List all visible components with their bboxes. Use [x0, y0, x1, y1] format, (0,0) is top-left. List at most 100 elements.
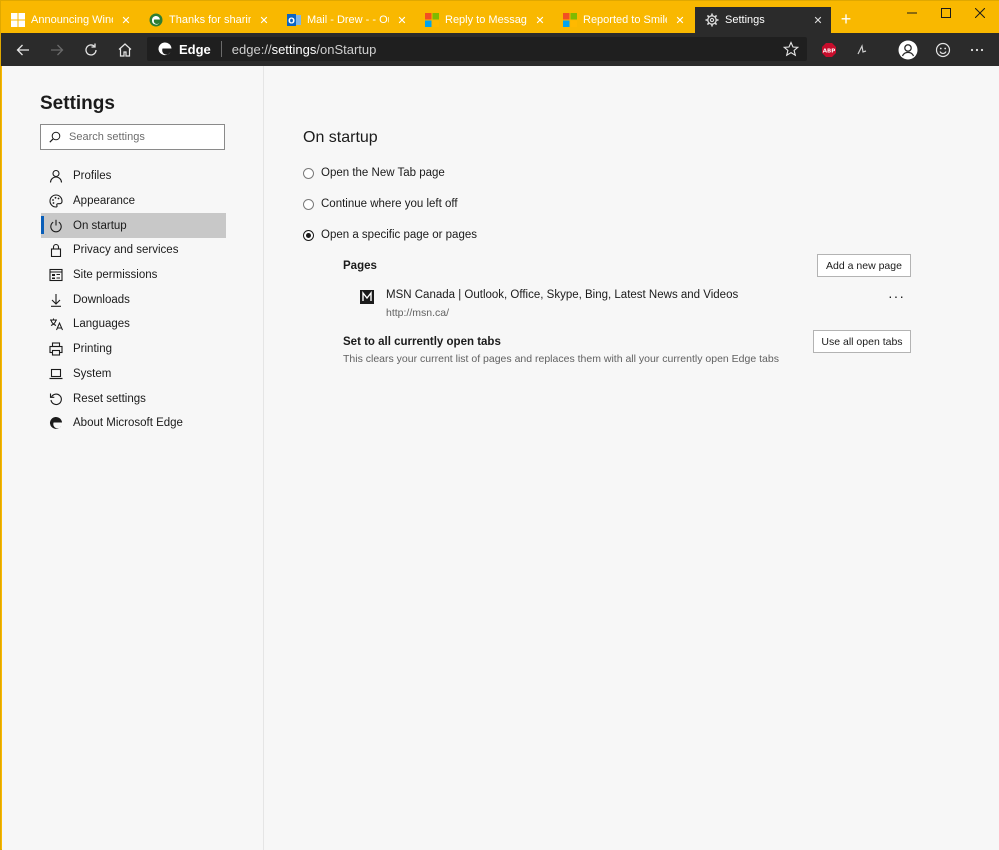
extension-button[interactable] — [850, 38, 874, 62]
gear-icon — [705, 13, 719, 27]
tab-strip: Announcing Window ✕ Thanks for sharing! … — [1, 1, 999, 33]
sidebar-item-reset-settings[interactable]: Reset settings — [41, 386, 226, 411]
sidebar-item-appearance[interactable]: Appearance — [41, 189, 226, 214]
url-text[interactable]: edge://settings/onStartup — [232, 42, 377, 57]
forward-button[interactable] — [45, 38, 69, 62]
search-input[interactable] — [67, 130, 221, 144]
refresh-button[interactable] — [79, 38, 103, 62]
palette-icon — [49, 194, 63, 208]
tab-title: Announcing Window — [31, 14, 113, 26]
sidebar-item-label: Privacy and services — [73, 244, 179, 257]
sidebar-item-system[interactable]: System — [41, 362, 226, 387]
more-horizontal-icon — [970, 48, 984, 52]
pages-label: Pages — [343, 260, 377, 272]
cursor-extension-icon — [857, 44, 867, 55]
close-tab-icon[interactable]: ✕ — [257, 14, 271, 27]
add-new-page-button[interactable]: Add a new page — [817, 254, 911, 277]
tab-announcing-windows[interactable]: Announcing Window ✕ — [1, 7, 139, 33]
page-content: Settings Profiles Appearance On startup — [2, 66, 999, 850]
option-continue-where-left-off[interactable]: Continue where you left off — [303, 198, 458, 210]
settings-nav: Profiles Appearance On startup Privacy a… — [41, 164, 226, 436]
adblock-extension-button[interactable]: ABP — [817, 38, 841, 62]
close-tab-icon[interactable]: ✕ — [395, 14, 409, 27]
tab-reply-to-message[interactable]: Reply to Message - ✕ — [415, 7, 553, 33]
maximize-button[interactable] — [928, 1, 964, 25]
language-icon — [50, 318, 63, 331]
tab-thanks-for-sharing[interactable]: Thanks for sharing! ✕ — [139, 7, 277, 33]
tab-settings[interactable]: Settings ✕ — [695, 7, 831, 33]
option-new-tab-page[interactable]: Open the New Tab page — [303, 167, 445, 179]
microsoft-logo-icon — [563, 13, 577, 27]
printer-icon — [49, 342, 63, 356]
sidebar-item-label: On startup — [73, 219, 127, 232]
more-actions-button[interactable]: ··· — [888, 288, 905, 304]
sidebar-item-profiles[interactable]: Profiles — [41, 164, 226, 189]
tab-title: Mail - Drew - - Outlo — [307, 14, 389, 26]
sidebar-item-downloads[interactable]: Downloads — [41, 287, 226, 312]
lock-icon — [50, 244, 62, 258]
radio-button[interactable] — [303, 167, 314, 179]
tab-reported-to-smiley[interactable]: Reported to Smiley, ✕ — [553, 7, 693, 33]
outlook-logo-icon: O — [287, 14, 301, 26]
set-open-tabs-description: This clears your current list of pages a… — [343, 353, 779, 365]
address-bar[interactable]: Edge edge://settings/onStartup — [147, 37, 807, 61]
option-label: Open the New Tab page — [321, 167, 445, 179]
option-label: Continue where you left off — [321, 198, 458, 210]
edge-logo-icon — [158, 42, 172, 56]
browser-window: Announcing Window ✕ Thanks for sharing! … — [0, 0, 999, 850]
radio-button[interactable] — [303, 198, 314, 210]
sidebar-item-label: System — [73, 367, 112, 380]
close-tab-icon[interactable]: ✕ — [673, 14, 687, 27]
person-icon — [49, 170, 63, 183]
tab-title: Reported to Smiley, — [583, 14, 667, 26]
msn-logo-icon — [360, 290, 374, 304]
favorite-star-icon[interactable] — [783, 41, 799, 57]
close-tab-icon[interactable]: ✕ — [811, 14, 825, 27]
address-divider — [220, 41, 222, 57]
tab-title: Settings — [725, 14, 765, 26]
sidebar-item-site-permissions[interactable]: Site permissions — [41, 263, 226, 288]
feedback-button[interactable] — [931, 38, 955, 62]
set-open-tabs-title: Set to all currently open tabs — [343, 336, 501, 348]
arrow-right-icon — [51, 44, 64, 56]
close-window-button[interactable] — [962, 1, 998, 25]
new-tab-button[interactable]: + — [836, 9, 856, 29]
microsoft-logo-icon — [425, 13, 439, 27]
tab-title: Thanks for sharing! — [169, 14, 251, 26]
sidebar-item-label: Profiles — [73, 170, 112, 183]
close-tab-icon[interactable]: ✕ — [119, 14, 133, 27]
home-icon — [118, 43, 132, 57]
tab-mail-outlook[interactable]: O Mail - Drew - - Outlo ✕ — [277, 7, 415, 33]
sidebar-item-label: Reset settings — [73, 392, 146, 405]
sidebar-item-privacy[interactable]: Privacy and services — [41, 238, 226, 263]
radio-button-selected[interactable] — [303, 229, 314, 241]
sidebar-item-printing[interactable]: Printing — [41, 337, 226, 362]
sidebar-item-languages[interactable]: Languages — [41, 312, 226, 337]
edge-logo-icon — [49, 417, 62, 430]
page-title: On startup — [303, 129, 378, 146]
settings-more-button[interactable] — [965, 38, 989, 62]
minimize-button[interactable] — [894, 1, 930, 25]
windows-logo-icon — [11, 13, 25, 27]
use-all-open-tabs-button[interactable]: Use all open tabs — [813, 330, 911, 353]
home-button[interactable] — [113, 38, 137, 62]
download-icon — [51, 293, 61, 307]
arrow-left-icon — [16, 44, 29, 56]
search-icon — [49, 131, 61, 143]
reset-icon — [49, 393, 62, 405]
back-button[interactable] — [11, 38, 35, 62]
sidebar-item-label: Languages — [73, 318, 130, 331]
startup-page-url: http://msn.ca/ — [386, 307, 450, 319]
edge-brand-label: Edge — [179, 41, 211, 57]
option-label: Open a specific page or pages — [321, 229, 477, 241]
close-tab-icon[interactable]: ✕ — [533, 14, 547, 27]
avatar-icon — [898, 40, 918, 60]
tab-title: Reply to Message - — [445, 14, 527, 26]
option-open-specific-pages[interactable]: Open a specific page or pages — [303, 229, 477, 241]
svg-text:O: O — [288, 17, 295, 26]
search-box[interactable] — [40, 124, 225, 150]
sidebar-item-on-startup[interactable]: On startup — [41, 213, 226, 239]
sidebar-item-about-edge[interactable]: About Microsoft Edge — [41, 411, 226, 436]
profile-button[interactable] — [896, 38, 920, 62]
edge-logo-icon — [149, 13, 163, 27]
